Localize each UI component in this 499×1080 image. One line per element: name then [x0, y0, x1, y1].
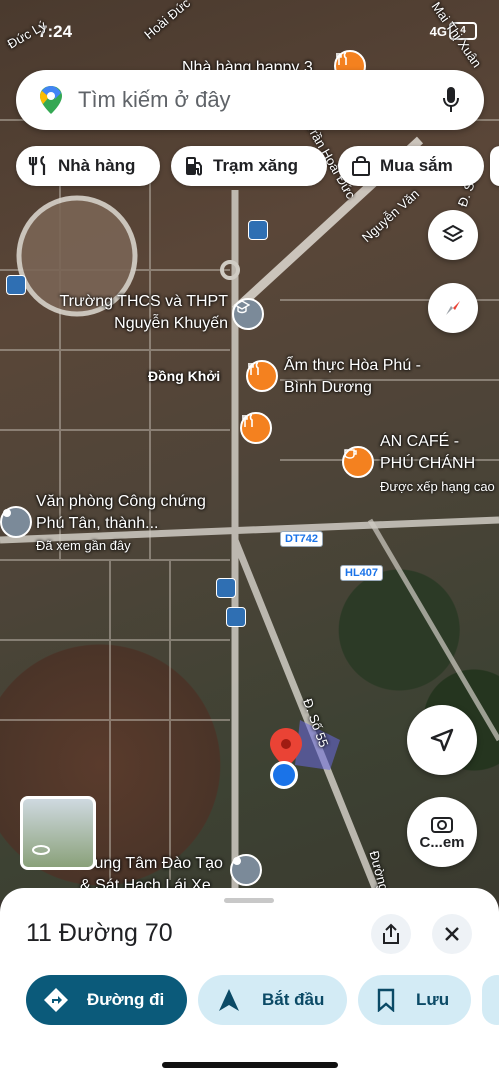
navigation-start-icon	[219, 989, 239, 1011]
cafe-marker-icon[interactable]	[342, 446, 374, 478]
chip-gas-stations[interactable]: Trạm xăng	[171, 146, 327, 186]
chip-shopping[interactable]: Mua sắm	[338, 146, 484, 186]
fork-knife-icon	[28, 155, 46, 175]
bus-stop-icon[interactable]	[216, 578, 236, 598]
close-button[interactable]	[432, 914, 472, 954]
street-label: Đồng Khởi	[148, 368, 221, 384]
chip-restaurants[interactable]: Nhà hàng	[16, 146, 160, 186]
home-indicator[interactable]	[162, 1062, 338, 1068]
poi-label[interactable]: Ẩm thực Hòa Phú - Bình Dương	[284, 355, 434, 399]
current-location-dot	[270, 761, 298, 789]
directions-icon	[44, 988, 68, 1012]
street-view-thumbnail[interactable]	[20, 796, 96, 870]
compass-icon	[446, 301, 460, 315]
chip-label: Nhà hàng	[58, 156, 136, 175]
chip-label: Mua sắm	[380, 156, 453, 175]
poi-label[interactable]: Văn phòng Công chứng Phú Tân, thành...	[36, 491, 236, 535]
chip-label: Trạm xăng	[213, 156, 299, 175]
camera-search-icon	[431, 816, 453, 833]
school-marker-icon[interactable]	[232, 298, 264, 330]
drag-handle[interactable]	[224, 898, 274, 903]
more-actions-button[interactable]	[482, 975, 499, 1025]
start-label: Bắt đầu	[262, 990, 325, 1009]
directions-button[interactable]: Đường đi	[26, 975, 187, 1025]
bus-stop-icon[interactable]	[6, 275, 26, 295]
place-marker-icon[interactable]	[0, 506, 32, 538]
microphone-icon[interactable]	[442, 86, 460, 114]
poi-sublabel: Được xếp hạng cao	[380, 479, 495, 494]
category-chips: Nhà hàng Trạm xăng Mua sắm	[0, 146, 499, 188]
close-icon	[445, 927, 459, 941]
poi-label[interactable]: AN CAFÉ - PHÚ CHÁNH	[380, 431, 490, 475]
share-icon	[383, 923, 399, 944]
layers-button[interactable]	[428, 210, 478, 260]
place-marker-icon[interactable]	[230, 854, 262, 886]
start-button[interactable]: Bắt đầu	[198, 975, 347, 1025]
poi-sublabel: Đã xem gần đây	[36, 538, 131, 553]
search-input[interactable]: Tìm kiếm ở đây	[78, 87, 231, 113]
search-bar[interactable]: Tìm kiếm ở đây	[16, 70, 484, 130]
status-bar: 7:24 4G 4	[0, 16, 499, 50]
gas-pump-icon	[186, 157, 202, 176]
compass-button[interactable]	[428, 283, 478, 333]
google-lens-button[interactable]: C...em	[407, 797, 477, 867]
directions-label: Đường đi	[87, 990, 165, 1009]
bus-stop-icon[interactable]	[248, 220, 268, 240]
save-label: Lưu	[416, 990, 450, 1009]
shopping-bag-icon	[352, 156, 370, 176]
bus-stop-icon[interactable]	[226, 607, 246, 627]
save-button[interactable]: Lưu	[358, 975, 471, 1025]
lens-label: C...em	[419, 833, 465, 851]
my-location-button[interactable]	[407, 705, 477, 775]
restaurant-marker-icon[interactable]	[246, 360, 278, 392]
place-bottom-sheet[interactable]: 11 Đường 70 Đường đi Bắt đầu Lưu	[0, 888, 499, 1080]
place-title: 11 Đường 70	[26, 919, 173, 947]
road-badge: DT742	[280, 531, 324, 547]
poi-label[interactable]: Trường THCS và THPT Nguyễn Khuyến	[52, 291, 229, 335]
navigation-arrow-icon	[430, 728, 454, 752]
chip-more[interactable]	[490, 146, 499, 186]
google-maps-pin-icon	[40, 86, 62, 114]
street-view-rotate-icon	[32, 845, 50, 855]
share-button[interactable]	[371, 914, 411, 954]
bookmark-icon	[377, 988, 395, 1012]
road-badge: HL407	[340, 565, 384, 581]
restaurant-marker-icon[interactable]	[240, 412, 272, 444]
layers-icon	[441, 224, 465, 243]
